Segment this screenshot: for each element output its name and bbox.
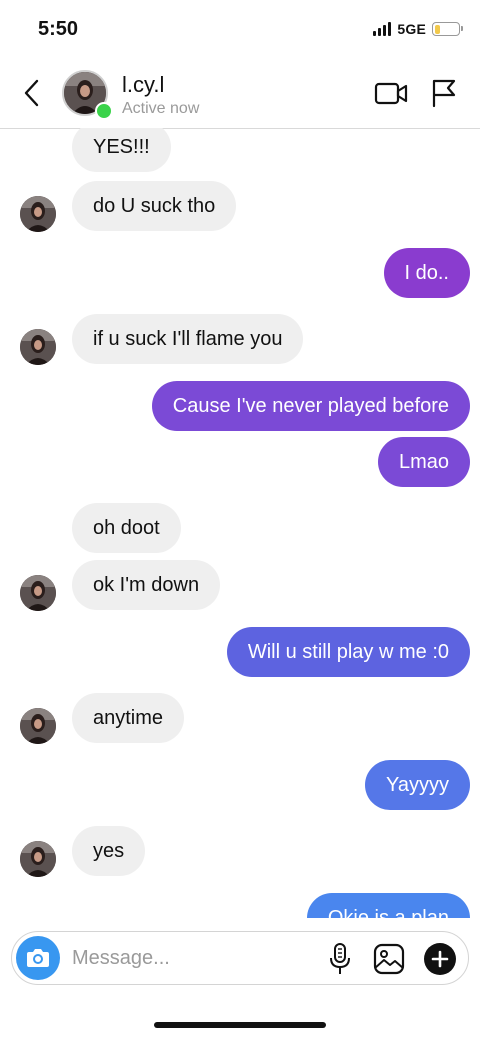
home-indicator — [154, 1022, 326, 1028]
video-call-button[interactable] — [374, 80, 408, 108]
camera-button[interactable] — [16, 936, 60, 980]
message-bubble[interactable]: Will u still play w me :0 — [226, 627, 470, 677]
message-bubble[interactable]: Lmao — [377, 437, 470, 487]
contact-name[interactable]: l.cy.l — [122, 72, 164, 98]
message-bubble[interactable]: ok I'm down — [72, 560, 221, 610]
avatar-photo — [20, 575, 56, 611]
battery-level — [434, 24, 441, 34]
flag-icon — [432, 79, 456, 108]
more-options-button[interactable] — [424, 943, 456, 975]
sender-avatar[interactable] — [20, 196, 56, 232]
sender-avatar[interactable] — [20, 708, 56, 744]
sender-avatar[interactable] — [20, 329, 56, 365]
avatar-photo — [20, 329, 56, 365]
microphone-icon — [330, 943, 350, 974]
camera-icon — [27, 949, 49, 967]
avatar-photo — [20, 841, 56, 877]
report-button[interactable] — [430, 78, 458, 108]
contact-status: Active now — [122, 100, 200, 117]
network-type: 5GE — [397, 21, 426, 37]
message-composer — [11, 931, 469, 985]
message-input[interactable] — [72, 940, 312, 976]
image-icon — [373, 943, 405, 975]
back-button[interactable] — [18, 76, 48, 110]
message-bubble[interactable]: oh doot — [72, 503, 181, 553]
status-time: 5:50 — [38, 18, 79, 40]
sender-avatar[interactable] — [20, 575, 56, 611]
message-bubble[interactable]: Cause I've never played before — [151, 381, 470, 431]
sender-avatar[interactable] — [20, 841, 56, 877]
status-indicators: 5GE — [373, 20, 463, 38]
video-camera-icon — [374, 82, 408, 105]
message-thread[interactable]: YES!!! do U suck tho I do.. if u suck I'… — [0, 128, 480, 918]
message-bubble[interactable]: Okie is a plan — [306, 893, 470, 918]
chevron-left-icon — [24, 79, 39, 107]
message-bubble[interactable]: if u suck I'll flame you — [72, 314, 304, 364]
message-bubble[interactable]: yes — [72, 826, 146, 876]
chat-header: l.cy.l Active now — [0, 60, 480, 129]
voice-message-button[interactable] — [326, 941, 354, 977]
message-bubble[interactable]: YES!!! — [72, 128, 171, 172]
avatar-photo — [20, 196, 56, 232]
avatar-photo — [20, 708, 56, 744]
gallery-button[interactable] — [372, 942, 406, 976]
status-bar: 5:50 5GE — [0, 0, 480, 60]
message-bubble[interactable]: Yayyyy — [365, 760, 470, 810]
online-indicator — [95, 102, 113, 120]
message-bubble[interactable]: do U suck tho — [72, 181, 237, 231]
plus-icon — [431, 950, 449, 968]
message-bubble[interactable]: anytime — [72, 693, 185, 743]
battery-icon — [432, 22, 463, 36]
message-bubble[interactable]: I do.. — [383, 248, 470, 298]
signal-icon — [373, 22, 392, 36]
